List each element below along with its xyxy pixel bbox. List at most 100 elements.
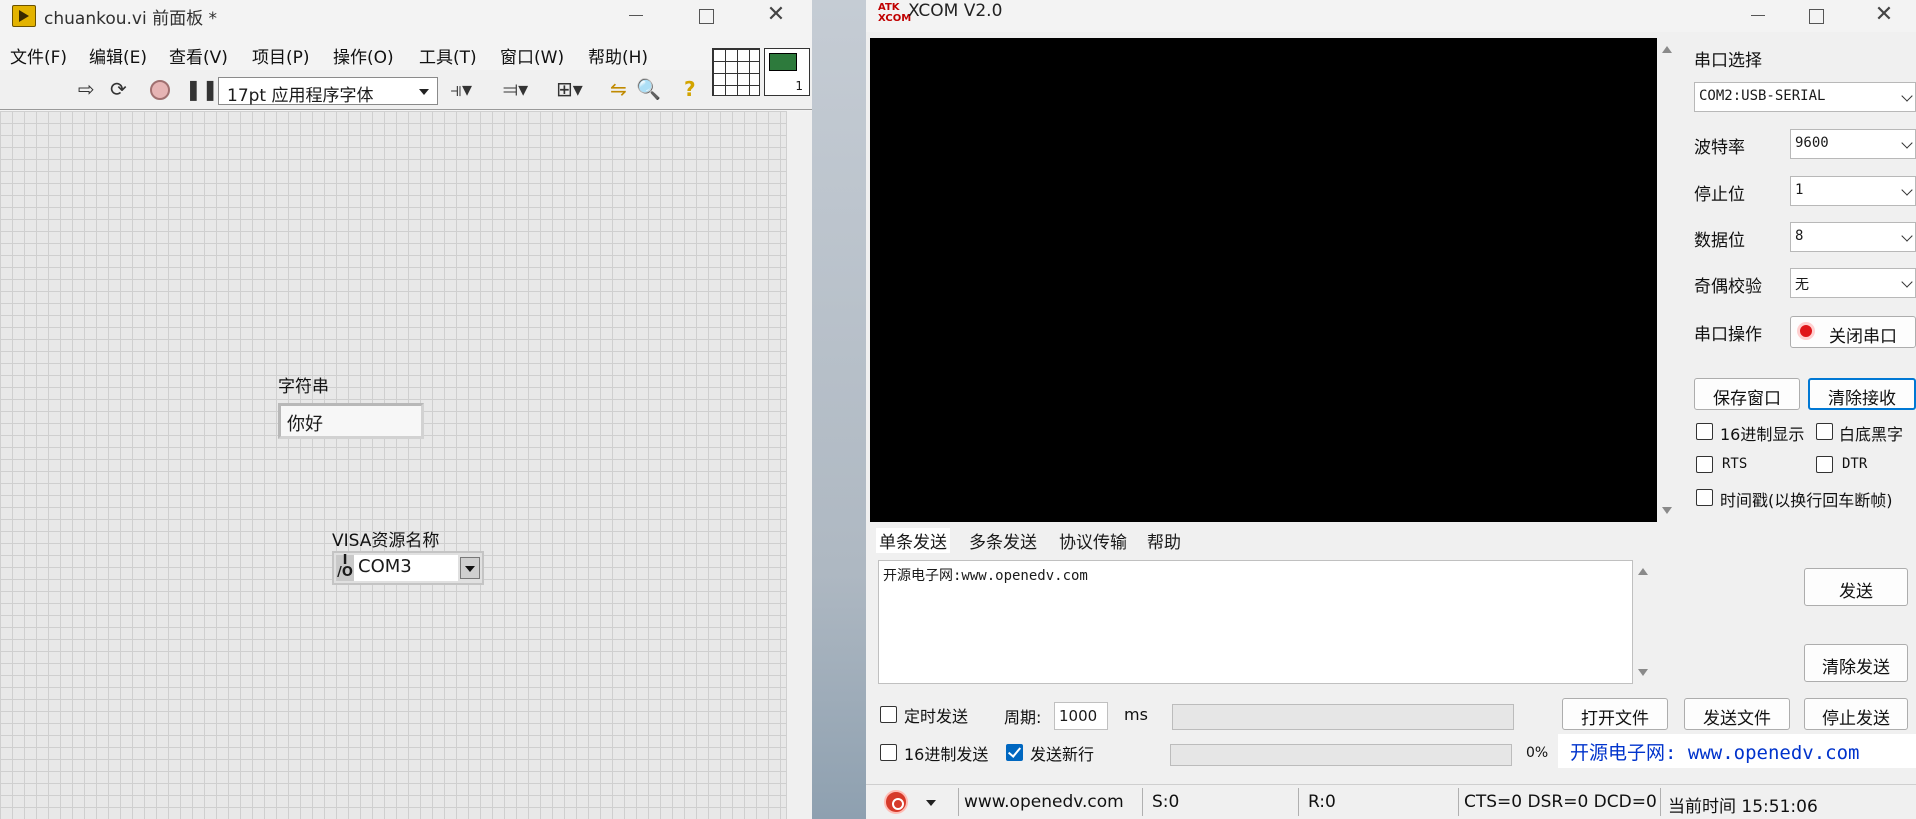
connector-pane-icon[interactable]: [712, 48, 760, 96]
resize-objects-icon[interactable]: ⊞▾: [556, 78, 583, 100]
clear-receive-button[interactable]: 清除接收: [1808, 378, 1916, 410]
parity-select[interactable]: 无: [1790, 268, 1916, 298]
hex-send-checkbox[interactable]: [880, 744, 897, 761]
vertical-scrollbar[interactable]: [786, 111, 812, 819]
data-bits-label: 数据位: [1694, 231, 1745, 251]
port-select[interactable]: COM2:USB-SERIAL: [1694, 82, 1916, 112]
send-progress-bar: [1170, 744, 1512, 766]
period-unit: ms: [1124, 705, 1148, 724]
period-input[interactable]: 1000: [1054, 702, 1108, 730]
status-received: R:0: [1308, 792, 1336, 812]
hex-display-checkbox[interactable]: [1696, 423, 1713, 440]
io-icon: I/O: [336, 553, 354, 581]
scope-icon: [769, 53, 797, 71]
minimize-button[interactable]: [608, 0, 664, 32]
divider: [1660, 788, 1661, 816]
divider: [1458, 788, 1459, 816]
run-arrow-icon[interactable]: ⇨: [78, 78, 95, 100]
stop-bits-select[interactable]: 1: [1790, 176, 1916, 206]
tab-help[interactable]: 帮助: [1144, 528, 1184, 553]
window-title: chuankou.vi 前面板 *: [44, 9, 217, 29]
timestamp-label: 时间戳(以换行回车断帧): [1720, 491, 1893, 510]
receive-scrollbar[interactable]: [1657, 38, 1677, 522]
chevron-down-icon: [1901, 90, 1913, 102]
vi-icon[interactable]: 1: [764, 48, 810, 96]
send-textarea[interactable]: 开源电子网:www.openedv.com: [878, 560, 1633, 684]
xcom-logo-icon: ATK XCOM: [878, 2, 912, 24]
title-bar: ATK XCOM XCOM V2.0 ✕: [866, 0, 1916, 32]
maximize-button[interactable]: [1788, 0, 1844, 32]
send-newline-checkbox[interactable]: [1006, 744, 1023, 761]
menu-edit[interactable]: 编辑(E): [89, 43, 147, 68]
menu-operate[interactable]: 操作(O): [333, 43, 394, 68]
rts-label: RTS: [1722, 456, 1748, 472]
send-newline-label: 发送新行: [1030, 745, 1095, 764]
menu-view[interactable]: 查看(V): [169, 43, 228, 68]
chevron-down-icon: [419, 89, 429, 95]
title-bar: chuankou.vi 前面板 * ✕: [0, 0, 812, 32]
stop-bits-label: 停止位: [1694, 185, 1745, 205]
reorder-icon[interactable]: ⇋: [610, 78, 627, 100]
search-icon[interactable]: 🔍: [636, 78, 661, 100]
save-window-button[interactable]: 保存窗口: [1694, 378, 1800, 410]
dtr-checkbox[interactable]: [1816, 456, 1833, 473]
data-bits-select[interactable]: 8: [1790, 222, 1916, 252]
tab-protocol[interactable]: 协议传输: [1056, 528, 1130, 553]
send-file-button[interactable]: 发送文件: [1684, 698, 1790, 730]
open-file-button[interactable]: 打开文件: [1562, 698, 1668, 730]
desktop-background: [812, 0, 866, 819]
chevron-down-icon: [1901, 230, 1913, 242]
rts-checkbox[interactable]: [1696, 456, 1713, 473]
chevron-down-icon[interactable]: [926, 800, 936, 806]
baud-select[interactable]: 9600: [1790, 129, 1916, 159]
menu-help[interactable]: 帮助(H): [588, 43, 648, 68]
dropdown-button[interactable]: [460, 557, 480, 579]
help-icon[interactable]: ?: [684, 78, 696, 100]
stop-send-button[interactable]: 停止发送: [1804, 698, 1908, 730]
divider: [1298, 788, 1299, 816]
minimize-button[interactable]: [1730, 0, 1786, 32]
clear-send-button[interactable]: 清除发送: [1804, 644, 1908, 682]
send-button[interactable]: 发送: [1804, 568, 1908, 606]
pause-icon[interactable]: ❚❚: [185, 78, 219, 100]
menu-file[interactable]: 文件(F): [10, 43, 67, 68]
parity-label: 奇偶校验: [1694, 277, 1762, 297]
progress-percent: 0%: [1526, 745, 1549, 761]
timed-send-checkbox[interactable]: [880, 706, 897, 723]
chevron-down-icon: [1901, 137, 1913, 149]
record-icon[interactable]: [884, 790, 908, 814]
font-selector[interactable]: 17pt 应用程序字体: [218, 77, 438, 106]
run-continuously-icon[interactable]: ⟳: [110, 78, 127, 100]
tab-single-send[interactable]: 单条发送: [876, 528, 950, 553]
maximize-button[interactable]: [678, 0, 734, 32]
openedv-banner[interactable]: 开源电子网: www.openedv.com: [1558, 734, 1916, 768]
divider: [958, 788, 959, 816]
menu-window[interactable]: 窗口(W): [500, 43, 564, 68]
front-panel-canvas[interactable]: [0, 111, 786, 819]
hex-send-label: 16进制发送: [904, 745, 989, 764]
visa-resource-control[interactable]: I/O COM3: [332, 551, 484, 585]
receive-area[interactable]: [870, 38, 1657, 522]
period-label: 周期:: [1004, 708, 1042, 727]
chevron-down-icon: [1901, 276, 1913, 288]
close-port-button[interactable]: 关闭串口: [1790, 316, 1916, 348]
timestamp-checkbox[interactable]: [1696, 489, 1713, 506]
file-path-field[interactable]: [1172, 704, 1514, 730]
menu-project[interactable]: 项目(P): [252, 43, 310, 68]
string-control[interactable]: 你好: [278, 403, 424, 439]
status-sent: S:0: [1152, 792, 1180, 812]
abort-icon[interactable]: [150, 80, 170, 100]
align-objects-icon[interactable]: ⫣▾: [450, 78, 472, 100]
send-scrollbar[interactable]: [1633, 560, 1653, 684]
white-black-checkbox[interactable]: [1816, 423, 1833, 440]
labview-app-icon: [12, 5, 36, 27]
record-icon: [1797, 322, 1815, 340]
close-button[interactable]: ✕: [748, 0, 804, 32]
status-url[interactable]: www.openedv.com: [964, 792, 1124, 812]
close-button[interactable]: ✕: [1856, 0, 1912, 32]
tab-multi-send[interactable]: 多条发送: [966, 528, 1040, 553]
menu-tools[interactable]: 工具(T): [419, 43, 477, 68]
distribute-objects-icon[interactable]: ⫤▾: [503, 78, 528, 100]
window-title: XCOM V2.0: [908, 1, 1003, 21]
port-select-label: 串口选择: [1694, 51, 1762, 71]
